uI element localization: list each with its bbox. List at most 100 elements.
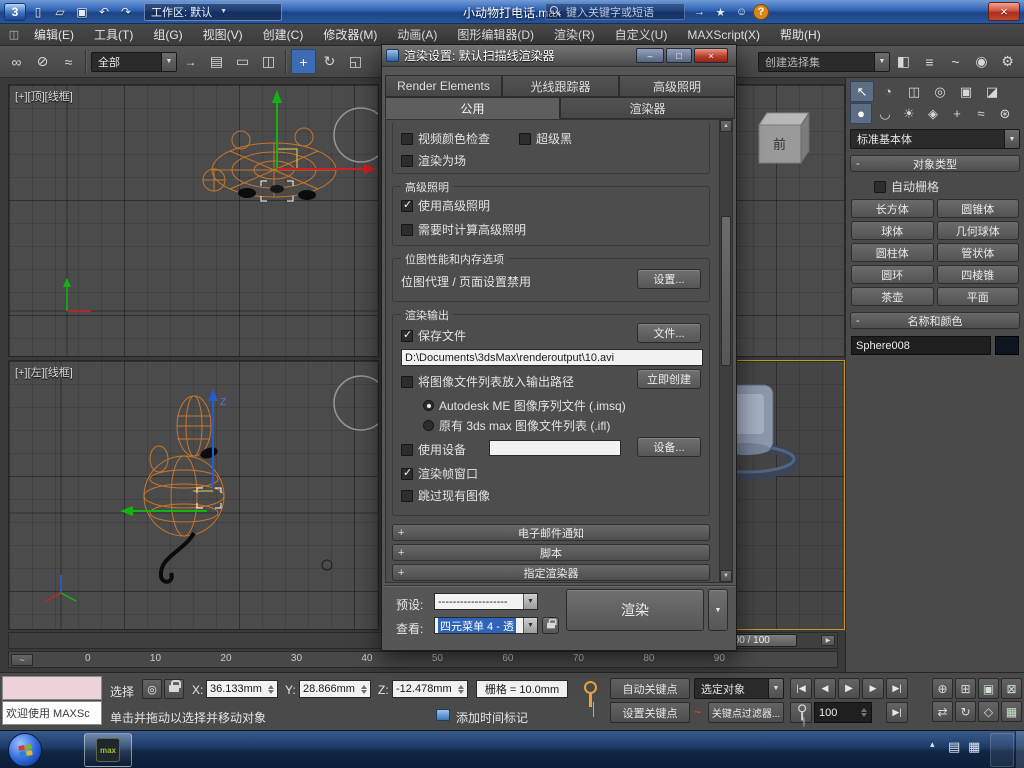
maxscript-macro-recorder[interactable] bbox=[2, 676, 102, 700]
cylinder-button[interactable]: 圆柱体 bbox=[851, 243, 934, 262]
rollout-assign-renderer[interactable]: + 指定渲染器 bbox=[392, 564, 710, 581]
hierarchy-tab-icon[interactable]: ◫ bbox=[902, 81, 926, 102]
create-now-button[interactable]: 立即创建 bbox=[637, 369, 701, 389]
track-bar[interactable]: ~ 0 10 20 30 40 50 60 70 80 90 bbox=[8, 651, 838, 668]
scrollbar-thumb[interactable] bbox=[721, 216, 731, 366]
dialog-close-button[interactable]: × bbox=[694, 48, 728, 63]
hidden-icons-arrow[interactable]: ▴ bbox=[930, 739, 935, 750]
frame-window-checkbox[interactable] bbox=[401, 466, 413, 480]
bind-to-spacewarp-icon[interactable]: ≈ bbox=[56, 49, 81, 74]
torus-button[interactable]: 圆环 bbox=[851, 265, 934, 284]
add-time-tag[interactable]: 添加时间标记 bbox=[456, 709, 528, 726]
tray-display-icon[interactable]: ▦ bbox=[968, 739, 980, 755]
menu-graph-editors[interactable]: 图形编辑器(D) bbox=[447, 24, 544, 45]
ifl-radio[interactable] bbox=[423, 420, 434, 431]
signin-icon[interactable]: ☺ bbox=[732, 3, 751, 21]
x-coordinate-field[interactable]: 36.133mm bbox=[206, 680, 278, 698]
render-flyout-button[interactable]: ▼ bbox=[708, 589, 728, 631]
image-list-checkbox[interactable] bbox=[401, 375, 413, 388]
key-mode-combo[interactable]: 选定对象 ▼ bbox=[694, 678, 784, 699]
menu-group[interactable]: 组(G) bbox=[143, 24, 192, 45]
spacewarps-icon[interactable]: ≈ bbox=[970, 103, 992, 124]
super-black-checkbox[interactable] bbox=[519, 132, 531, 145]
zoom-extents-icon[interactable]: ▣ bbox=[978, 678, 999, 699]
select-and-link-icon[interactable]: ∞ bbox=[4, 49, 29, 74]
next-frame-arrow-icon[interactable]: ▶ bbox=[821, 635, 835, 646]
window-crossing-icon[interactable]: ◫ bbox=[256, 49, 281, 74]
motion-tab-icon[interactable]: ◎ bbox=[928, 81, 952, 102]
create-tab-icon[interactable]: ↖ bbox=[850, 81, 874, 102]
preset-combo[interactable]: ------------------- ▼ bbox=[434, 593, 538, 610]
maximize-viewport-icon[interactable]: ▦ bbox=[1001, 701, 1022, 722]
favorites-icon[interactable]: ★ bbox=[711, 3, 730, 21]
pyramid-button[interactable]: 四棱锥 bbox=[936, 265, 1019, 284]
set-key-button[interactable]: 设置关键点 bbox=[610, 702, 690, 723]
plane-button[interactable]: 平面 bbox=[936, 287, 1019, 306]
app-logo-button[interactable]: 3 bbox=[4, 2, 26, 21]
box-button[interactable]: 长方体 bbox=[851, 199, 934, 218]
key-filters-button[interactable]: 关键点过滤器... bbox=[708, 702, 784, 723]
workspace-switcher-icon[interactable]: ◫ bbox=[4, 24, 24, 45]
cone-button[interactable]: 圆锥体 bbox=[936, 199, 1019, 218]
skip-existing-checkbox[interactable] bbox=[401, 489, 413, 502]
viewport-combo[interactable]: 四元菜单 4 - 透 ▼ bbox=[434, 617, 538, 634]
menu-rendering[interactable]: 渲染(R) bbox=[544, 24, 605, 45]
scroll-up-icon[interactable]: ▲ bbox=[720, 120, 732, 132]
use-device-checkbox[interactable] bbox=[401, 443, 413, 456]
mirror-icon[interactable]: ◧ bbox=[891, 49, 916, 74]
autogrid-checkbox[interactable] bbox=[874, 180, 886, 193]
tab-renderer[interactable]: 渲染器 bbox=[560, 97, 735, 119]
align-icon[interactable]: ≡ bbox=[917, 49, 942, 74]
workspace-selector[interactable]: 工作区: 默认 ▼ bbox=[144, 2, 282, 21]
use-adv-lighting-checkbox[interactable] bbox=[401, 198, 413, 212]
z-coordinate-field[interactable]: -12.478mm bbox=[392, 680, 468, 698]
viewport-top[interactable]: [+][顶][线框] bbox=[8, 84, 379, 357]
time-tag-icon[interactable] bbox=[436, 709, 450, 721]
material-editor-icon[interactable]: ◉ bbox=[969, 49, 994, 74]
undo-icon[interactable]: ↶ bbox=[94, 3, 114, 21]
device-field[interactable] bbox=[489, 440, 621, 456]
save-file-icon[interactable]: ▣ bbox=[72, 3, 92, 21]
menu-modifiers[interactable]: 修改器(M) bbox=[313, 24, 387, 45]
mini-curve-editor-icon[interactable]: ~ bbox=[11, 654, 33, 666]
search-go-icon[interactable]: → bbox=[690, 3, 709, 21]
end-frame-icon[interactable]: ▶| bbox=[886, 702, 908, 723]
select-object-icon[interactable]: → bbox=[178, 49, 203, 74]
teapot-button[interactable]: 茶壶 bbox=[851, 287, 934, 306]
maxscript-mini-listener[interactable]: 欢迎使用 MAXSc bbox=[2, 701, 102, 725]
select-and-scale-icon[interactable]: ◱ bbox=[343, 49, 368, 74]
rectangular-selection-region-icon[interactable]: ▭ bbox=[230, 49, 255, 74]
close-button[interactable]: × bbox=[988, 2, 1020, 21]
geometry-icon[interactable]: ● bbox=[850, 103, 872, 124]
current-frame-field[interactable]: 100 bbox=[814, 702, 872, 723]
lights-icon[interactable]: ☀ bbox=[898, 103, 920, 124]
y-coordinate-field[interactable]: 28.866mm bbox=[299, 680, 371, 698]
open-file-icon[interactable]: ▱ bbox=[50, 3, 70, 21]
systems-icon[interactable]: ⊛ bbox=[994, 103, 1016, 124]
new-scene-icon[interactable]: ▯ bbox=[28, 3, 48, 21]
unlink-selection-icon[interactable]: ⊘ bbox=[30, 49, 55, 74]
taskbar-item-3dsmax[interactable]: max bbox=[84, 733, 132, 767]
display-tab-icon[interactable]: ▣ bbox=[954, 81, 978, 102]
menu-customize[interactable]: 自定义(U) bbox=[605, 24, 678, 45]
redo-icon[interactable]: ↷ bbox=[116, 3, 136, 21]
devices-button[interactable]: 设备... bbox=[637, 437, 701, 457]
key-mode-toggle-icon[interactable] bbox=[790, 702, 812, 723]
viewport-lock-button[interactable] bbox=[542, 617, 559, 634]
video-color-check-checkbox[interactable] bbox=[401, 132, 413, 145]
select-and-move-icon[interactable]: + bbox=[291, 49, 316, 74]
scroll-down-icon[interactable]: ▼ bbox=[720, 570, 732, 582]
menu-help[interactable]: 帮助(H) bbox=[770, 24, 831, 45]
tab-raytracer[interactable]: 光线跟踪器 bbox=[502, 75, 619, 97]
named-selection-set-combo[interactable]: 创建选择集 ▼ bbox=[758, 51, 890, 72]
isolate-selection-icon[interactable]: ◎ bbox=[142, 679, 162, 699]
maximize-button[interactable]: □ bbox=[666, 48, 692, 63]
tab-render-elements[interactable]: Render Elements bbox=[385, 75, 502, 97]
viewport-left[interactable]: [+][左][线框] Z bbox=[8, 360, 379, 630]
menu-animation[interactable]: 动画(A) bbox=[387, 24, 447, 45]
menu-tools[interactable]: 工具(T) bbox=[84, 24, 143, 45]
menu-views[interactable]: 视图(V) bbox=[193, 24, 253, 45]
menu-maxscript[interactable]: MAXScript(X) bbox=[677, 24, 770, 45]
geometry-category-combo[interactable]: 标准基本体 ▼ bbox=[850, 129, 1020, 149]
render-setup-icon[interactable]: ⚙ bbox=[995, 49, 1020, 74]
